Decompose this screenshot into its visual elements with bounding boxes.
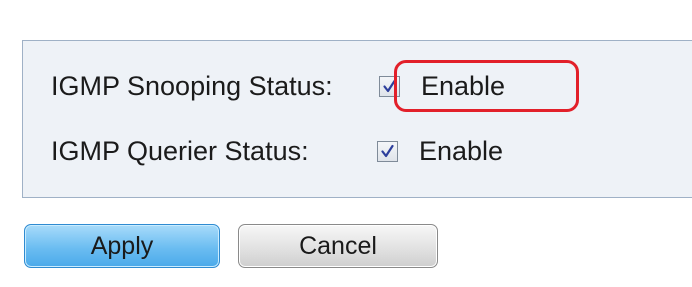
igmp-snooping-row: IGMP Snooping Status: Enable: [51, 60, 579, 112]
checkmark-icon: [383, 79, 396, 92]
igmp-querier-row: IGMP Querier Status: Enable: [51, 131, 503, 171]
top-strip: [0, 0, 692, 14]
cancel-button[interactable]: Cancel: [238, 224, 438, 268]
igmp-querier-status-label: IGMP Querier Status:: [51, 135, 309, 166]
igmp-snooping-status-label: IGMP Snooping Status:: [51, 70, 333, 101]
igmp-querier-enable-checkbox[interactable]: [377, 140, 398, 162]
igmp-snooping-enable-text: Enable: [421, 70, 506, 101]
checkmark-icon: [381, 144, 394, 157]
apply-button[interactable]: Apply: [24, 224, 220, 268]
igmp-querier-enable-text: Enable: [419, 135, 504, 166]
igmp-snooping-enable-checkbox[interactable]: [379, 75, 400, 97]
igmp-settings-panel: IGMP Snooping Status: Enable IGMP Querie…: [22, 40, 692, 198]
